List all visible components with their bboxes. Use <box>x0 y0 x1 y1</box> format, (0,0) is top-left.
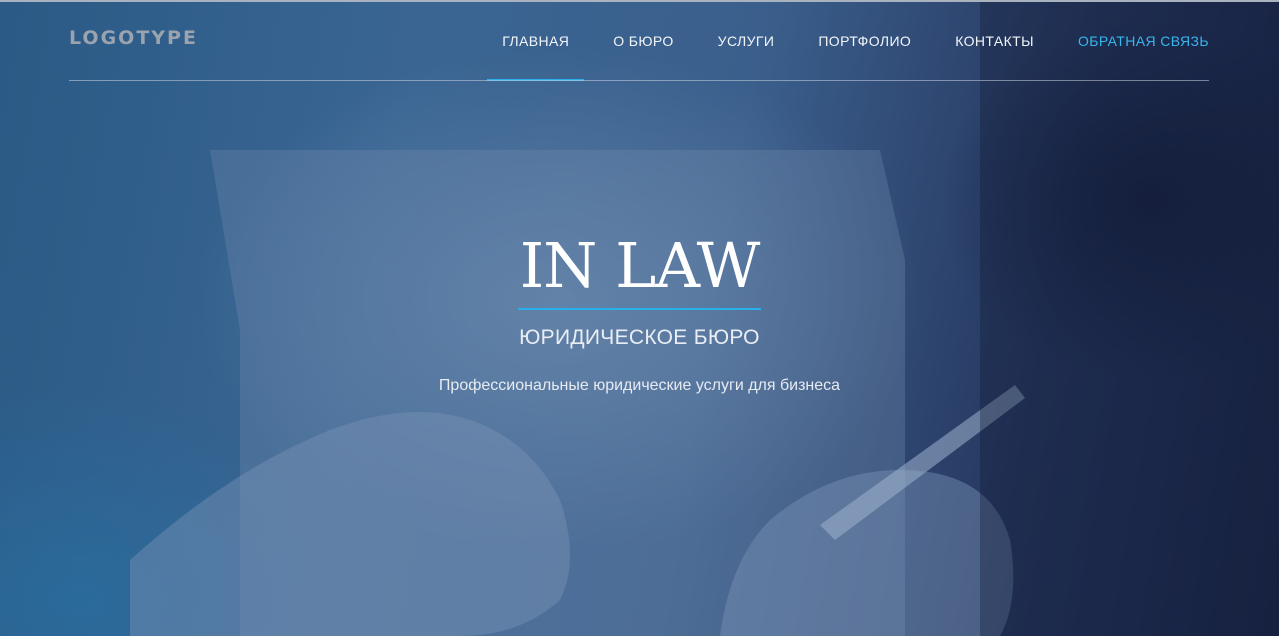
site-header: LOGOTYPE ГЛАВНАЯ О БЮРО УСЛУГИ ПОРТФОЛИО… <box>69 0 1209 81</box>
hero-title: IN LAW <box>517 230 762 310</box>
nav-item-contacts[interactable]: КОНТАКТЫ <box>940 0 1049 81</box>
nav-item-feedback[interactable]: ОБРАТНАЯ СВЯЗЬ <box>1063 0 1209 81</box>
logo[interactable]: LOGOTYPE <box>69 27 198 49</box>
nav-item-home[interactable]: ГЛАВНАЯ <box>487 0 585 81</box>
hero-content: IN LAW ЮРИДИЧЕСКОЕ БЮРО Профессиональные… <box>0 230 1279 395</box>
hero-tagline: Профессиональные юридические услуги для … <box>438 377 841 394</box>
hero-section: LOGOTYPE ГЛАВНАЯ О БЮРО УСЛУГИ ПОРТФОЛИО… <box>0 0 1279 636</box>
nav-item-services[interactable]: УСЛУГИ <box>703 0 790 81</box>
hero-subtitle: ЮРИДИЧЕСКОЕ БЮРО <box>519 326 760 349</box>
header-divider <box>69 80 1209 81</box>
main-nav: ГЛАВНАЯ О БЮРО УСЛУГИ ПОРТФОЛИО КОНТАКТЫ… <box>473 0 1209 81</box>
nav-item-portfolio[interactable]: ПОРТФОЛИО <box>803 0 926 81</box>
nav-item-about[interactable]: О БЮРО <box>598 0 688 81</box>
